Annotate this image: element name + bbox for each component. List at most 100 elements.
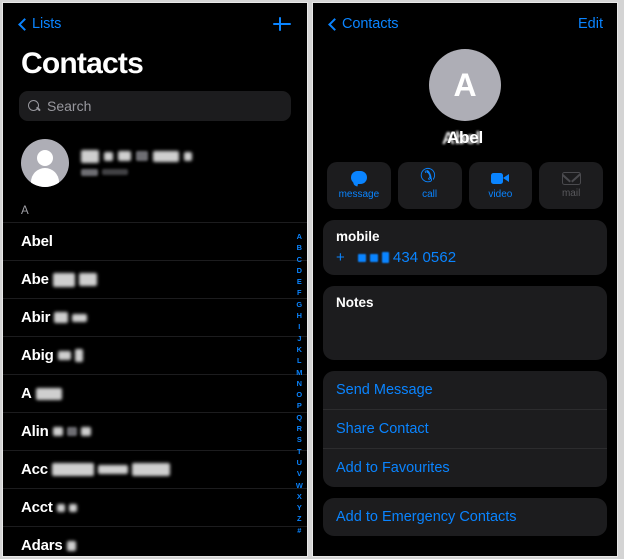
quick-actions-row: message call video mail	[323, 162, 607, 209]
list-item[interactable]: Acct	[3, 488, 307, 526]
call-button[interactable]: call	[397, 162, 462, 209]
contacts-list: Abel Abe Abir Abig A Alin Acc Acct Adars	[3, 222, 307, 556]
alpha-index-letter[interactable]: O	[296, 389, 302, 400]
list-item[interactable]: Abir	[3, 298, 307, 336]
emergency-actions-card: Add to Emergency Contacts	[323, 498, 607, 536]
chevron-left-icon	[327, 19, 338, 30]
mail-button: mail	[539, 162, 603, 209]
alpha-index-letter[interactable]: U	[297, 457, 303, 468]
alpha-index-letter[interactable]: V	[297, 468, 302, 479]
back-to-lists-button[interactable]: Lists	[17, 16, 61, 32]
list-item[interactable]: A	[3, 374, 307, 412]
detail-content: A Abel Abel message call video	[313, 45, 617, 536]
contact-hero: A Abel Abel	[323, 45, 607, 148]
alpha-index-letter[interactable]: Y	[297, 502, 302, 513]
mail-label: mail	[561, 188, 581, 200]
plus-icon[interactable]	[271, 13, 293, 35]
alpha-index-letter[interactable]: L	[297, 355, 302, 366]
my-card-row[interactable]	[3, 133, 307, 201]
dual-screenshot-container: Lists Contacts Search A Abel Abe Abir Ab…	[0, 0, 624, 559]
alpha-index-letter[interactable]: H	[297, 310, 303, 321]
section-header-a: A	[21, 205, 29, 217]
chevron-left-icon	[17, 19, 28, 30]
alpha-index-letter[interactable]: X	[297, 491, 302, 502]
navbar-right-group: Edit	[578, 15, 603, 33]
notes-label: Notes	[336, 295, 374, 310]
alpha-index-letter[interactable]: J	[297, 333, 301, 344]
message-bubble-icon	[349, 171, 369, 186]
alpha-index-letter[interactable]: C	[297, 254, 303, 265]
phone-label: mobile	[336, 229, 380, 244]
alphabet-index[interactable]: A B C D E F G H I J K L M N O P Q R S T …	[296, 231, 303, 536]
search-input[interactable]: Search	[19, 91, 291, 121]
phone-number[interactable]: + 434 0562	[336, 249, 594, 266]
alpha-index-letter[interactable]: A	[297, 231, 303, 242]
alpha-index-letter[interactable]: Z	[297, 513, 302, 524]
share-contact-button[interactable]: Share Contact	[323, 409, 607, 448]
phone-card[interactable]: mobile + 434 0562	[323, 220, 607, 275]
contact-name: Adars	[21, 537, 76, 554]
contact-name: Alin	[21, 423, 91, 440]
search-icon	[28, 99, 41, 113]
alpha-index-letter[interactable]: N	[297, 378, 303, 389]
list-navbar: Lists	[3, 3, 307, 45]
contact-name-overlay-artifact: Abel	[441, 128, 481, 149]
contact-actions-card: Send Message Share Contact Add to Favour…	[323, 371, 607, 487]
back-to-contacts-button[interactable]: Contacts	[327, 16, 399, 32]
alpha-index-letter[interactable]: E	[297, 276, 302, 287]
video-button[interactable]: video	[468, 162, 533, 209]
list-item[interactable]: Abel	[3, 222, 307, 260]
search-placeholder: Search	[47, 98, 92, 114]
contact-name: Acct	[21, 499, 77, 516]
notes-card[interactable]: Notes	[323, 286, 607, 360]
phone-number-visible: 434 0562	[392, 249, 457, 266]
envelope-icon	[561, 171, 581, 186]
avatar[interactable]: A	[429, 49, 501, 121]
video-label: video	[488, 189, 513, 200]
alpha-index-letter[interactable]: #	[297, 525, 301, 536]
alpha-index-letter[interactable]: Q	[296, 412, 302, 423]
list-item[interactable]: Adars	[3, 526, 307, 556]
list-item[interactable]: Abe	[3, 260, 307, 298]
list-item[interactable]: Abig	[3, 336, 307, 374]
add-to-favourites-button[interactable]: Add to Favourites	[323, 448, 607, 487]
alpha-index-letter[interactable]: I	[298, 321, 300, 332]
alpha-index-letter[interactable]: D	[297, 265, 303, 276]
alpha-index-letter[interactable]: K	[297, 344, 303, 355]
my-card-text	[81, 149, 192, 177]
contact-name: A	[21, 385, 62, 402]
alpha-index-letter[interactable]: G	[296, 299, 302, 310]
add-to-emergency-contacts-button[interactable]: Add to Emergency Contacts	[323, 498, 607, 536]
contact-name-title: Abel Abel	[442, 128, 483, 148]
list-item[interactable]: Alin	[3, 412, 307, 450]
contact-name: Abe	[21, 271, 97, 288]
video-camera-icon	[490, 171, 510, 186]
alpha-index-letter[interactable]: B	[297, 242, 303, 253]
back-to-contacts-label: Contacts	[342, 16, 399, 32]
edit-button[interactable]: Edit	[578, 16, 603, 32]
phone-handset-icon	[420, 171, 440, 186]
alpha-index-letter[interactable]: S	[297, 434, 302, 445]
phone-prefix: +	[336, 249, 345, 266]
alpha-index-letter[interactable]: T	[297, 446, 302, 457]
page-title: Contacts	[21, 47, 144, 80]
contact-name: Abel	[21, 233, 53, 250]
message-button[interactable]: message	[327, 162, 391, 209]
my-card-name-redacted	[81, 149, 192, 163]
send-message-button[interactable]: Send Message	[323, 371, 607, 409]
contact-name: Abig	[21, 347, 83, 364]
alpha-index-letter[interactable]: P	[297, 400, 302, 411]
list-item[interactable]: Acc	[3, 450, 307, 488]
navbar-right-group	[271, 13, 293, 35]
back-to-lists-label: Lists	[32, 16, 62, 32]
message-label: message	[338, 189, 380, 200]
call-label: call	[422, 189, 438, 200]
my-card-subtitle-redacted	[81, 168, 192, 177]
alpha-index-letter[interactable]: W	[296, 480, 303, 491]
alpha-index-letter[interactable]: R	[297, 423, 303, 434]
contact-name: Abir	[21, 309, 88, 326]
alpha-index-letter[interactable]: M	[296, 367, 302, 378]
contact-detail-screen: Contacts Edit A Abel Abel message ✆ call…	[312, 2, 618, 557]
contact-name: Acc	[21, 461, 170, 478]
alpha-index-letter[interactable]: F	[297, 287, 302, 298]
